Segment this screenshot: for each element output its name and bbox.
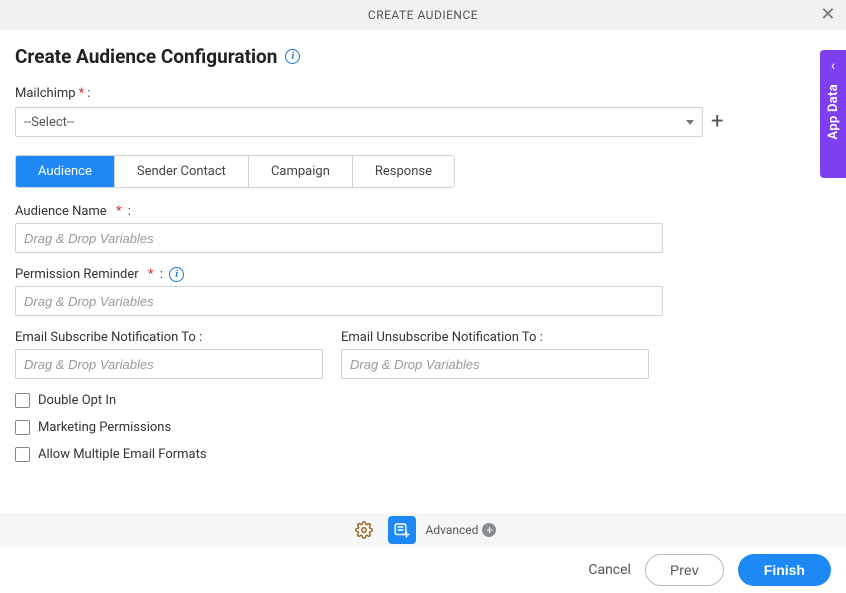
info-icon[interactable]: i (169, 267, 184, 282)
mailchimp-field: Mailchimp *: (15, 86, 831, 101)
double-opt-in-label: Double Opt In (38, 393, 116, 408)
marketing-permissions-checkbox[interactable] (15, 420, 30, 435)
title-bar: CREATE AUDIENCE ✕ (0, 0, 846, 30)
gear-icon[interactable] (350, 516, 378, 544)
permission-reminder-label-text: Permission Reminder (15, 267, 139, 282)
app-data-panel-toggle[interactable]: ‹ App Data (820, 50, 846, 178)
title-bar-text: CREATE AUDIENCE (368, 8, 478, 22)
permission-reminder-label: Permission Reminder * : i (15, 267, 831, 282)
email-unsubscribe-label: Email Unsubscribe Notification To : (341, 330, 649, 345)
email-subscribe-input[interactable] (15, 349, 323, 379)
tabs: Audience Sender Contact Campaign Respons… (15, 155, 455, 188)
page-heading: Create Audience Configuration i (15, 45, 831, 68)
footer: Cancel Prev Finish (0, 547, 846, 593)
required-asterisk: * (148, 267, 154, 282)
allow-multiple-email-formats-label: Allow Multiple Email Formats (38, 447, 207, 462)
finish-button[interactable]: Finish (738, 554, 831, 586)
tab-response[interactable]: Response (353, 156, 454, 187)
add-mailchimp-button[interactable]: + (711, 111, 723, 133)
mailchimp-select[interactable]: --Select-- (15, 107, 703, 137)
close-icon[interactable]: ✕ (820, 6, 836, 24)
mailchimp-label: Mailchimp *: (15, 86, 831, 101)
allow-multiple-email-formats-row[interactable]: Allow Multiple Email Formats (15, 447, 831, 462)
form-area: Audience Name * : Permission Reminder * … (15, 204, 831, 462)
content-area: Create Audience Configuration i Mailchim… (0, 30, 846, 462)
email-subscribe-group: Email Subscribe Notification To : (15, 330, 323, 379)
permission-reminder-input[interactable] (15, 286, 663, 316)
double-opt-in-checkbox[interactable] (15, 393, 30, 408)
permission-reminder-group: Permission Reminder * : i (15, 267, 831, 316)
tab-campaign[interactable]: Campaign (249, 156, 353, 187)
required-asterisk: * (79, 86, 85, 101)
prev-button[interactable]: Prev (645, 554, 724, 586)
email-subscribe-label: Email Subscribe Notification To : (15, 330, 323, 345)
required-asterisk: * (116, 204, 122, 219)
mailchimp-label-text: Mailchimp (15, 86, 76, 101)
audience-name-group: Audience Name * : (15, 204, 831, 253)
form-builder-icon[interactable] (388, 516, 416, 544)
audience-name-input[interactable] (15, 223, 663, 253)
marketing-permissions-label: Marketing Permissions (38, 420, 171, 435)
page-title: Create Audience Configuration (15, 45, 277, 68)
email-unsubscribe-input[interactable] (341, 349, 649, 379)
audience-name-label: Audience Name * : (15, 204, 831, 219)
email-notification-row: Email Subscribe Notification To : Email … (15, 330, 831, 393)
colon: : (87, 86, 90, 101)
chevron-left-icon: ‹ (831, 58, 835, 74)
double-opt-in-row[interactable]: Double Opt In (15, 393, 831, 408)
advanced-toggle[interactable]: Advanced + (426, 523, 497, 537)
cancel-button[interactable]: Cancel (588, 562, 631, 578)
chevron-down-icon (686, 120, 694, 125)
email-unsubscribe-group: Email Unsubscribe Notification To : (341, 330, 649, 379)
marketing-permissions-row[interactable]: Marketing Permissions (15, 420, 831, 435)
audience-name-label-text: Audience Name (15, 204, 107, 219)
tab-audience[interactable]: Audience (16, 156, 115, 187)
mailchimp-select-row: --Select-- + (15, 107, 831, 137)
advanced-label-text: Advanced (426, 523, 479, 537)
allow-multiple-email-formats-checkbox[interactable] (15, 447, 30, 462)
mailchimp-select-value: --Select-- (24, 115, 74, 130)
bottom-bar: Advanced + (0, 513, 846, 547)
info-icon[interactable]: i (285, 49, 300, 64)
plus-circle-icon: + (482, 523, 496, 537)
app-data-label: App Data (826, 84, 841, 140)
tab-sender-contact[interactable]: Sender Contact (115, 156, 249, 187)
